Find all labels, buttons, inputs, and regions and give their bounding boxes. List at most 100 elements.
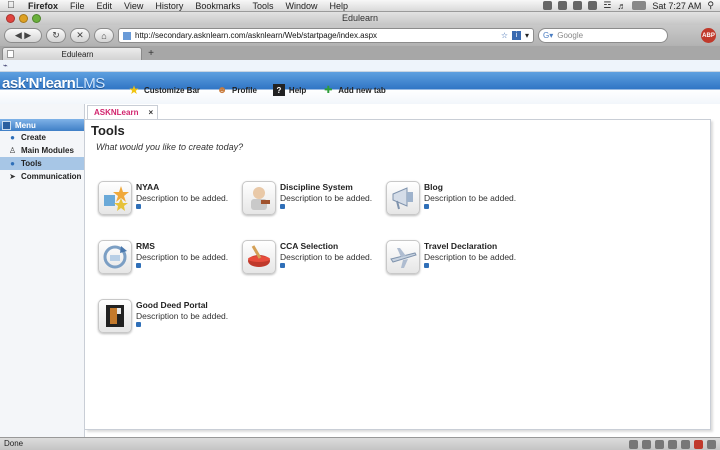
airplane-icon[interactable]: [386, 240, 420, 274]
gmail-icon[interactable]: [694, 439, 703, 449]
addon-icon[interactable]: [681, 439, 690, 449]
tool-card-rms[interactable]: RMS Description to be added.: [98, 240, 238, 280]
zoom-window-button[interactable]: [32, 14, 41, 23]
menu-edit[interactable]: Edit: [91, 1, 119, 11]
edit-icon[interactable]: [136, 263, 141, 268]
info-icon[interactable]: i: [511, 31, 521, 40]
menu-file[interactable]: File: [64, 1, 91, 11]
menu-window[interactable]: Window: [279, 1, 323, 11]
tool-name[interactable]: CCA Selection: [280, 241, 338, 251]
tool-name[interactable]: Good Deed Portal: [136, 300, 208, 310]
edit-icon[interactable]: [136, 204, 141, 209]
sidebar-item-label: Communication: [21, 172, 82, 181]
back-icon[interactable]: ◀: [15, 30, 22, 41]
judge-icon[interactable]: [242, 181, 276, 215]
menu-tools[interactable]: Tools: [246, 1, 279, 11]
tool-name[interactable]: Travel Declaration: [424, 241, 497, 251]
search-bar[interactable]: G▾ Google: [538, 28, 668, 43]
sidebar-item-tools[interactable]: ● Tools: [0, 157, 84, 170]
profile-button[interactable]: ☻ Profile: [216, 84, 257, 96]
logo-lms-text: LMS: [75, 75, 105, 92]
add-new-tab-button[interactable]: ✚ Add new tab: [322, 84, 386, 96]
battery-icon[interactable]: [632, 1, 647, 10]
search-input[interactable]: Google: [557, 31, 583, 40]
sidebar-menu-header[interactable]: Menu: [0, 119, 84, 131]
menu-history[interactable]: History: [149, 1, 189, 11]
customize-bar-button[interactable]: ★ Customize Bar: [128, 83, 201, 97]
tool-name[interactable]: NYAA: [136, 182, 159, 192]
edit-icon[interactable]: [280, 263, 285, 268]
tool-card-blog[interactable]: Blog Description to be added.: [386, 181, 526, 221]
home-button[interactable]: ⌂: [94, 28, 114, 43]
tray-app-icon[interactable]: [543, 1, 553, 10]
tool-card-discipline-system[interactable]: Discipline System Description to be adde…: [242, 181, 382, 221]
collapse-icon[interactable]: ⌁: [3, 61, 8, 70]
app-header: ask'N'learnLMS ★ Customize Bar ☻ Profile…: [0, 72, 720, 104]
volume-icon[interactable]: ♬: [617, 1, 626, 11]
customize-bar-label: Customize Bar: [144, 85, 201, 95]
sidebar-item-communication[interactable]: ➤ Communication: [0, 170, 84, 183]
spotlight-icon[interactable]: ⚲: [707, 0, 714, 11]
collapse-bar[interactable]: ⌁: [0, 60, 720, 72]
apple-icon[interactable]: : [0, 0, 22, 11]
search-engine-icon[interactable]: G▾: [543, 31, 553, 40]
addon-icon[interactable]: [642, 439, 651, 449]
edit-icon[interactable]: [424, 204, 429, 209]
minimize-window-button[interactable]: [19, 14, 28, 23]
reload-button[interactable]: ↻: [46, 28, 66, 43]
forward-icon[interactable]: ▶: [24, 30, 31, 41]
site-identity-icon[interactable]: [123, 31, 131, 40]
recycle-icon[interactable]: [98, 240, 132, 274]
page-tab[interactable]: ASKNLearn ×: [87, 105, 159, 119]
tool-card-cca-selection[interactable]: CCA Selection Description to be added.: [242, 240, 382, 280]
tray-app-icon[interactable]: [573, 1, 583, 10]
tool-description: Description to be added.: [136, 193, 229, 203]
tool-name[interactable]: Discipline System: [280, 182, 353, 192]
person-icon: ☻: [216, 84, 228, 96]
mac-menubar:  Firefox File Edit View History Bookmar…: [0, 0, 720, 12]
addon-icon[interactable]: [707, 439, 716, 449]
addon-icon[interactable]: [629, 439, 638, 449]
wifi-icon[interactable]: ☲: [603, 0, 611, 11]
url-dropdown-icon[interactable]: ▾: [525, 31, 529, 40]
megaphone-icon[interactable]: [386, 181, 420, 215]
film-icon[interactable]: [98, 299, 132, 333]
tool-card-nyaa[interactable]: NYAA Description to be added.: [98, 181, 238, 221]
window-title: Edulearn: [341, 13, 379, 23]
help-button[interactable]: ? Help: [272, 84, 306, 96]
menu-help[interactable]: Help: [323, 1, 354, 11]
page-favicon-icon: [7, 50, 14, 58]
back-forward-button[interactable]: ◀ ▶: [4, 28, 42, 43]
app-body: Menu ● Create ♙ Main Modules ● Tools ➤ C…: [0, 104, 720, 437]
tool-name[interactable]: RMS: [136, 241, 155, 251]
edit-icon[interactable]: [136, 322, 141, 327]
addon-icon[interactable]: [668, 439, 677, 449]
tool-card-travel-declaration[interactable]: Travel Declaration Description to be add…: [386, 240, 526, 280]
tool-card-good-deed-portal[interactable]: Good Deed Portal Description to be added…: [98, 299, 238, 339]
url-bar[interactable]: http://secondary.asknlearn.com/asknlearn…: [118, 28, 534, 43]
puzzle-stars-icon[interactable]: [98, 181, 132, 215]
close-tab-icon[interactable]: ×: [148, 108, 153, 117]
menubar-clock[interactable]: Sat 7:27 AM: [652, 1, 701, 11]
addon-icon[interactable]: [655, 439, 664, 449]
menu-app-name[interactable]: Firefox: [22, 1, 64, 11]
close-window-button[interactable]: [6, 14, 15, 23]
tray-app-icon[interactable]: [588, 1, 598, 10]
tool-name[interactable]: Blog: [424, 182, 443, 192]
new-tab-button[interactable]: +: [144, 48, 158, 60]
tray-app-icon[interactable]: [558, 1, 568, 10]
sidebar-item-main-modules[interactable]: ♙ Main Modules: [0, 144, 84, 157]
sidebar-item-create[interactable]: ● Create: [0, 131, 84, 144]
tools-panel: Tools What would you like to create toda…: [85, 119, 711, 430]
stop-button[interactable]: ✕: [70, 28, 90, 43]
browser-tab[interactable]: Edulearn: [2, 47, 142, 60]
bookmark-star-icon[interactable]: ☆: [501, 31, 508, 40]
edit-icon[interactable]: [280, 204, 285, 209]
edit-icon[interactable]: [424, 263, 429, 268]
menu-bookmarks[interactable]: Bookmarks: [189, 1, 246, 11]
paint-bowl-icon[interactable]: [242, 240, 276, 274]
url-text[interactable]: http://secondary.asknlearn.com/asknlearn…: [135, 31, 497, 40]
adblock-button[interactable]: ABP: [701, 28, 716, 43]
menu-view[interactable]: View: [118, 1, 149, 11]
page-subtitle: What would you like to create today?: [96, 142, 244, 152]
